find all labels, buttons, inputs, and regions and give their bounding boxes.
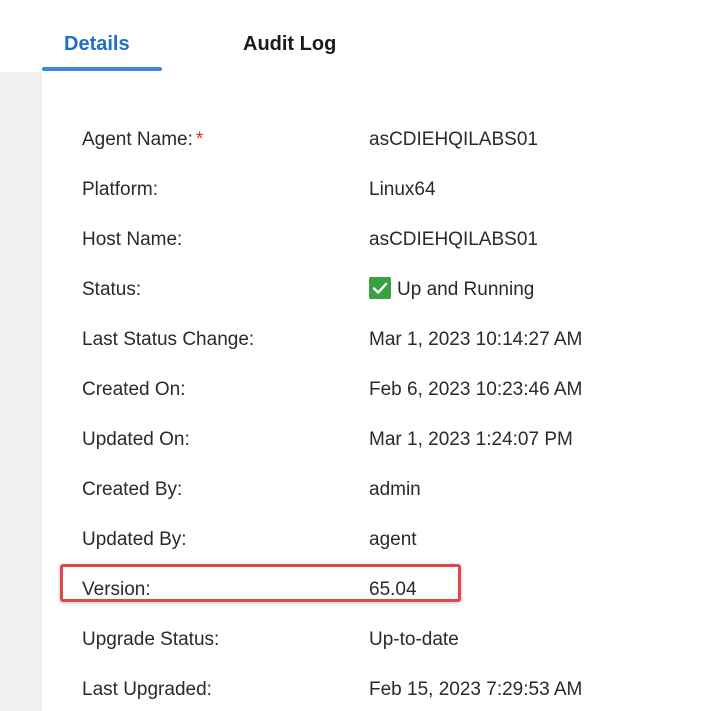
host-name-value: asCDIEHQILABS01	[369, 229, 538, 250]
tab-audit-log[interactable]: Audit Log	[243, 30, 336, 58]
field-updated-by: Updated By: agent	[42, 525, 704, 555]
status-label: Status:	[82, 279, 142, 300]
status-value: Up and Running	[369, 275, 534, 305]
field-host-name: Host Name: asCDIEHQILABS01	[42, 225, 704, 255]
last-status-change-label: Last Status Change:	[82, 329, 255, 350]
check-icon	[369, 276, 391, 299]
status-text: Up and Running	[397, 279, 535, 300]
updated-on-label: Updated On:	[82, 429, 190, 450]
last-upgraded-value: Feb 15, 2023 7:29:53 AM	[369, 679, 583, 700]
field-platform: Platform: Linux64	[42, 175, 704, 205]
created-on-value: Feb 6, 2023 10:23:46 AM	[369, 379, 583, 400]
created-by-value: admin	[369, 479, 421, 500]
field-version: Version: 65.04	[42, 575, 704, 605]
field-agent-name: Agent Name: * asCDIEHQILABS01	[42, 125, 704, 155]
field-status: Status: Up and Running	[42, 275, 704, 305]
platform-label: Platform:	[82, 179, 159, 200]
version-label: Version:	[82, 579, 151, 600]
upgrade-status-value: Up-to-date	[369, 629, 459, 650]
last-upgraded-label: Last Upgraded:	[82, 679, 212, 700]
updated-on-value: Mar 1, 2023 1:24:07 PM	[369, 429, 573, 450]
active-tab-indicator	[42, 67, 162, 71]
version-value: 65.04	[369, 579, 417, 600]
details-panel: Agent Name: * asCDIEHQILABS01 Platform: L…	[42, 72, 704, 711]
created-by-label: Created By:	[82, 479, 183, 500]
tab-bar: Details Audit Log	[0, 0, 704, 72]
field-updated-on: Updated On: Mar 1, 2023 1:24:07 PM	[42, 425, 704, 455]
field-last-status-change: Last Status Change: Mar 1, 2023 10:14:27…	[42, 325, 704, 355]
platform-value: Linux64	[369, 179, 436, 200]
required-marker: *	[195, 129, 204, 150]
created-on-label: Created On:	[82, 379, 186, 400]
updated-by-value: agent	[369, 529, 417, 550]
field-created-on: Created On: Feb 6, 2023 10:23:46 AM	[42, 375, 704, 405]
upgrade-status-label: Upgrade Status:	[82, 629, 220, 650]
field-created-by: Created By: admin	[42, 475, 704, 505]
host-name-label: Host Name:	[82, 229, 183, 250]
agent-name-label: Agent Name: *	[82, 129, 204, 150]
field-upgrade-status: Upgrade Status: Up-to-date	[42, 625, 704, 655]
agent-name-value: asCDIEHQILABS01	[369, 129, 538, 150]
updated-by-label: Updated By:	[82, 529, 187, 550]
last-status-change-value: Mar 1, 2023 10:14:27 AM	[369, 329, 583, 350]
field-last-upgraded: Last Upgraded: Feb 15, 2023 7:29:53 AM	[42, 675, 704, 705]
tab-details[interactable]: Details	[64, 30, 130, 58]
